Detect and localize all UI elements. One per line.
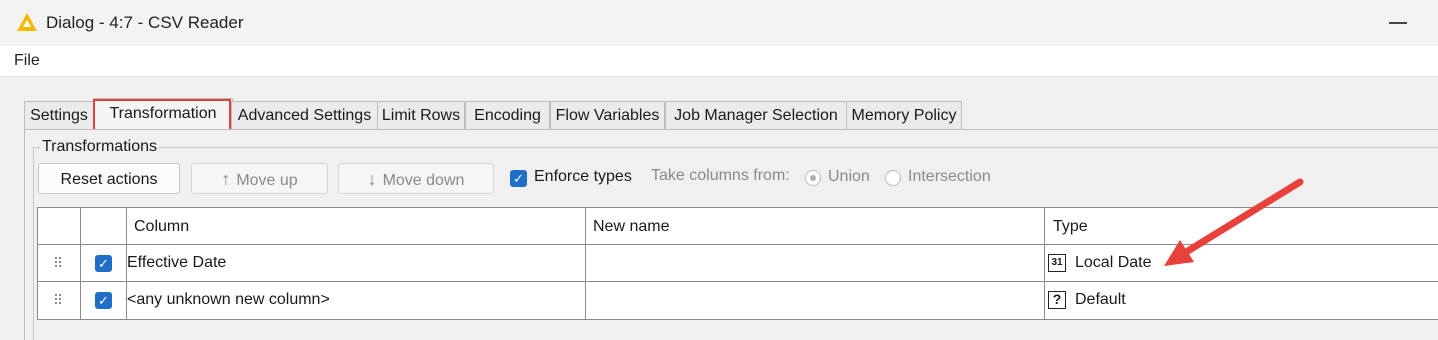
- question-icon: ?: [1048, 291, 1066, 309]
- check-icon: ✓: [98, 256, 109, 271]
- intersection-radio[interactable]: [885, 170, 901, 186]
- arrow-down-icon: ↓: [367, 169, 377, 189]
- title-bar: Dialog - 4:7 - CSV Reader: [0, 0, 1438, 46]
- calendar-icon: 31: [1048, 254, 1066, 272]
- move-down-button[interactable]: ↓ Move down: [338, 163, 494, 194]
- tab-flow-variables[interactable]: Flow Variables: [550, 101, 665, 129]
- union-radio[interactable]: [805, 170, 821, 186]
- drag-handle-icon[interactable]: [55, 294, 63, 306]
- col-divider: [1044, 207, 1045, 319]
- take-columns-label: Take columns from:: [651, 167, 790, 184]
- row-divider: [37, 281, 1438, 282]
- row-type[interactable]: Default: [1075, 291, 1126, 309]
- enforce-types-checkbox[interactable]: ✓: [510, 170, 527, 187]
- tab-encoding[interactable]: Encoding: [465, 101, 550, 129]
- tab-highlight-box: [93, 99, 231, 131]
- menu-file[interactable]: File: [14, 52, 40, 70]
- tab-job-manager-selection[interactable]: Job Manager Selection: [665, 101, 847, 129]
- col-divider: [585, 207, 586, 319]
- group-title: Transformations: [40, 138, 159, 156]
- check-icon: ✓: [513, 171, 524, 186]
- drag-handle-icon[interactable]: [55, 257, 63, 269]
- window-title: Dialog - 4:7 - CSV Reader: [46, 13, 244, 32]
- enforce-types-label: Enforce types: [534, 168, 632, 185]
- tab-advanced-settings[interactable]: Advanced Settings: [231, 101, 378, 129]
- row-include-checkbox[interactable]: ✓: [95, 292, 112, 309]
- col-divider: [80, 207, 81, 319]
- row-type[interactable]: Local Date: [1075, 254, 1152, 272]
- menu-bar: File: [0, 46, 1438, 77]
- table-empty-area: [37, 320, 1438, 339]
- move-up-label: Move up: [236, 172, 298, 189]
- check-icon: ✓: [98, 293, 109, 308]
- intersection-label: Intersection: [908, 168, 991, 185]
- row-include-checkbox[interactable]: ✓: [95, 255, 112, 272]
- knime-triangle-icon: [17, 13, 37, 31]
- annotation-arrow-icon: [1164, 178, 1304, 266]
- move-down-label: Move down: [382, 172, 465, 189]
- tab-settings[interactable]: Settings: [24, 101, 94, 129]
- header-column[interactable]: Column: [134, 218, 189, 236]
- header-new-name[interactable]: New name: [593, 218, 669, 236]
- move-up-button[interactable]: ↑ Move up: [191, 163, 328, 194]
- minimize-button[interactable]: [1389, 22, 1407, 24]
- tab-limit-rows[interactable]: Limit Rows: [377, 101, 465, 129]
- union-label: Union: [828, 168, 870, 185]
- header-type[interactable]: Type: [1053, 218, 1088, 236]
- row-column-name: Effective Date: [127, 254, 227, 271]
- tab-memory-policy[interactable]: Memory Policy: [846, 101, 962, 129]
- reset-actions-button[interactable]: Reset actions: [38, 163, 180, 194]
- arrow-up-icon: ↑: [221, 169, 231, 189]
- row-column-name: <any unknown new column>: [127, 291, 330, 308]
